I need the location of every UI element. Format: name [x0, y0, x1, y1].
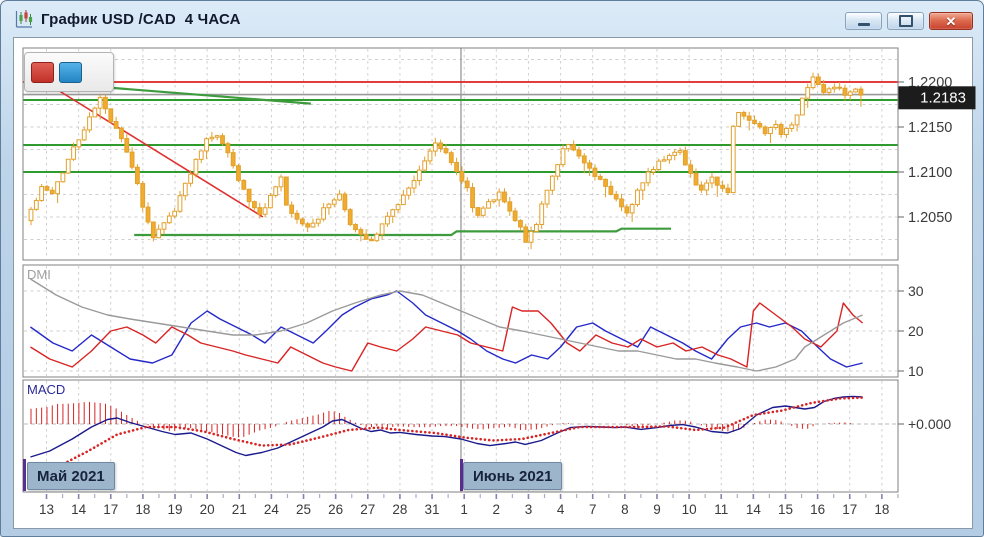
x-axis-day-label[interactable]: 2 — [493, 502, 501, 517]
x-axis-day-label[interactable]: 13 — [39, 502, 54, 517]
x-axis-day-label[interactable]: 7 — [589, 502, 597, 517]
x-axis-day-label[interactable]: 25 — [296, 502, 311, 517]
x-axis-day-label[interactable]: 27 — [360, 502, 375, 517]
dmi-tick-label: 20 — [908, 323, 924, 339]
price-tick-label: 1.2100 — [908, 165, 952, 181]
month-label-may: Май 2021 — [27, 462, 115, 490]
month-label-june: Июнь 2021 — [463, 462, 562, 490]
x-axis-day-label[interactable]: 14 — [746, 502, 762, 517]
x-axis-day-label[interactable]: 17 — [103, 502, 118, 517]
x-axis-day-label[interactable]: 28 — [392, 502, 407, 517]
red-marker-button[interactable] — [31, 62, 54, 83]
x-axis-day-label[interactable]: 26 — [328, 502, 343, 517]
month-start-tick-may — [23, 459, 26, 491]
x-axis-day-label[interactable]: 11 — [714, 502, 728, 517]
dmi-label: DMI — [27, 267, 51, 282]
x-axis-day-label[interactable]: 14 — [71, 502, 87, 517]
x-axis-day-label[interactable]: 4 — [557, 502, 565, 517]
x-axis-day-label[interactable]: 8 — [621, 502, 629, 517]
dmi-tick-label: 10 — [908, 363, 924, 379]
macd-label: MACD — [27, 382, 65, 397]
blue-marker-button[interactable] — [59, 62, 82, 83]
x-axis-day-label[interactable]: 24 — [264, 502, 280, 517]
x-axis-day-label[interactable]: 18 — [135, 502, 150, 517]
price-tick-label: 1.2150 — [908, 120, 952, 136]
x-axis-day-label[interactable]: 21 — [232, 502, 247, 517]
marker-toolbar — [24, 52, 114, 92]
x-axis-day-label[interactable]: 17 — [842, 502, 857, 517]
x-axis-day-label[interactable]: 20 — [200, 502, 215, 517]
x-axis-day-label[interactable]: 9 — [653, 502, 661, 517]
x-axis-day-label[interactable]: 3 — [525, 502, 533, 517]
macd-zero-label: +0.000 — [908, 416, 951, 432]
x-axis-day-label[interactable]: 19 — [168, 502, 183, 517]
last-price-value: 1.2183 — [920, 89, 966, 106]
dmi-tick-label: 30 — [908, 283, 924, 299]
x-axis-day-label[interactable]: 10 — [682, 502, 697, 517]
price-tick-label: 1.2050 — [908, 210, 952, 226]
x-axis-day-label[interactable]: 15 — [778, 502, 793, 517]
x-axis-day-label[interactable]: 1 — [460, 502, 468, 517]
x-axis-day-label[interactable]: 31 — [425, 502, 440, 517]
x-axis-day-label[interactable]: 16 — [810, 502, 825, 517]
chart-canvas[interactable]: DMIMACD1.20501.21001.21501.22001.2183102… — [1, 1, 984, 537]
chart-window: График USD /CAD 4 ЧАСА ✕ DMIMACD1.20501.… — [0, 0, 984, 537]
x-axis-day-label[interactable]: 18 — [874, 502, 889, 517]
